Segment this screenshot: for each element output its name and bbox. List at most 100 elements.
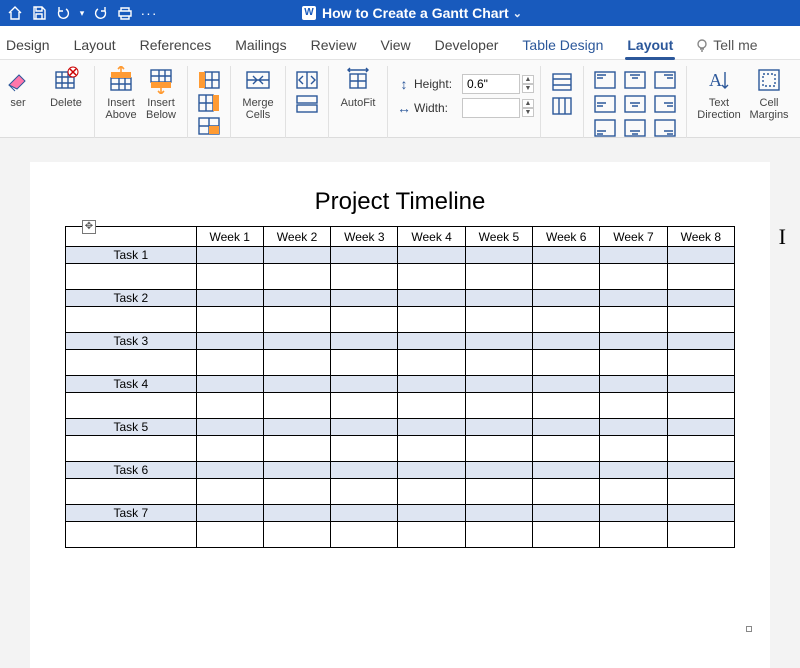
table-cell[interactable] [667, 307, 734, 333]
table-cell[interactable] [600, 462, 667, 479]
week-header[interactable]: Week 1 [196, 227, 263, 247]
table-cell[interactable] [533, 350, 600, 376]
table-cell[interactable] [465, 462, 532, 479]
table-cell[interactable] [263, 462, 330, 479]
task-label-cell[interactable]: Task 5 [66, 419, 197, 436]
redo-icon[interactable] [90, 2, 112, 24]
table-cell[interactable] [331, 436, 398, 462]
tab-references[interactable]: References [128, 29, 224, 59]
table-cell[interactable] [667, 290, 734, 307]
width-stepper[interactable]: ▲▼ [522, 99, 534, 117]
undo-dropdown-icon[interactable]: ▾ [76, 2, 88, 24]
insert-below-button[interactable]: Insert Below [141, 66, 181, 121]
home-icon[interactable] [4, 2, 26, 24]
table-cell[interactable] [398, 350, 465, 376]
table-cell[interactable] [263, 290, 330, 307]
page-title[interactable]: Project Timeline [38, 188, 762, 216]
table-cell[interactable] [667, 522, 734, 548]
table-cell[interactable] [331, 522, 398, 548]
document-title[interactable]: How to Create a Gantt Chart ⌄ [302, 5, 522, 21]
table-cell[interactable] [398, 247, 465, 264]
table-cell[interactable] [600, 307, 667, 333]
table-cell[interactable] [398, 290, 465, 307]
task-label-cell[interactable]: Task 3 [66, 333, 197, 350]
table-cell[interactable] [196, 462, 263, 479]
table-cell[interactable] [196, 247, 263, 264]
distribute-cols-button[interactable] [548, 95, 576, 117]
align-br-button[interactable] [651, 117, 679, 139]
table-cell[interactable] [66, 264, 197, 290]
table-cell[interactable] [196, 290, 263, 307]
table-cell[interactable] [533, 436, 600, 462]
table-cell[interactable] [66, 522, 197, 548]
task-label-cell[interactable]: Task 4 [66, 376, 197, 393]
week-header[interactable]: Week 8 [667, 227, 734, 247]
undo-icon[interactable] [52, 2, 74, 24]
align-tr-button[interactable] [651, 69, 679, 91]
document-canvas[interactable]: Project Timeline ✥ Week 1 Week 2 Week 3 … [0, 138, 800, 668]
table-cell[interactable] [331, 333, 398, 350]
table-cell[interactable] [196, 436, 263, 462]
insert-above-button[interactable]: Insert Above [101, 66, 141, 121]
align-mc-button[interactable] [621, 93, 649, 115]
table-cell[interactable] [398, 264, 465, 290]
table-cell[interactable] [600, 264, 667, 290]
distribute-rows-button[interactable] [548, 71, 576, 93]
insert-left-button[interactable] [195, 69, 223, 90]
table-cell[interactable] [465, 333, 532, 350]
table-cell[interactable] [533, 290, 600, 307]
table-resize-handle-icon[interactable] [746, 626, 752, 632]
table-cell[interactable] [533, 462, 600, 479]
table-cell[interactable] [600, 522, 667, 548]
table-cell[interactable] [465, 264, 532, 290]
table-cell[interactable] [331, 376, 398, 393]
table-cell[interactable] [331, 307, 398, 333]
print-icon[interactable] [114, 2, 136, 24]
table-cell[interactable] [331, 393, 398, 419]
table-cell[interactable] [667, 419, 734, 436]
task-label-cell[interactable]: Task 6 [66, 462, 197, 479]
table-cell[interactable] [263, 333, 330, 350]
tab-review[interactable]: Review [299, 29, 369, 59]
table-cell[interactable] [465, 307, 532, 333]
align-tl-button[interactable] [591, 69, 619, 91]
week-header[interactable]: Week 4 [398, 227, 465, 247]
table-cell[interactable] [263, 264, 330, 290]
table-cell[interactable] [667, 462, 734, 479]
table-cell[interactable] [465, 419, 532, 436]
week-header[interactable]: Week 3 [331, 227, 398, 247]
align-tc-button[interactable] [621, 69, 649, 91]
more-icon[interactable]: ··· [138, 2, 160, 24]
table-cell[interactable] [600, 290, 667, 307]
table-cell[interactable] [196, 333, 263, 350]
table-cell[interactable] [667, 505, 734, 522]
table-cell[interactable] [600, 376, 667, 393]
table-cell[interactable] [667, 376, 734, 393]
table-cell[interactable] [398, 522, 465, 548]
table-cell[interactable] [398, 479, 465, 505]
table-cell[interactable] [667, 264, 734, 290]
tab-design[interactable]: Design [6, 29, 62, 59]
table-cell[interactable] [533, 376, 600, 393]
table-cell[interactable] [263, 350, 330, 376]
table-cell[interactable] [600, 419, 667, 436]
tab-mailings[interactable]: Mailings [223, 29, 298, 59]
table-cell[interactable] [398, 505, 465, 522]
tab-view[interactable]: View [369, 29, 423, 59]
tab-layout[interactable]: Layout [62, 29, 128, 59]
split-cells-button[interactable] [293, 69, 321, 91]
table-cell[interactable] [263, 307, 330, 333]
table-cell[interactable] [533, 333, 600, 350]
tab-table-design[interactable]: Table Design [510, 29, 615, 59]
table-cell[interactable] [465, 376, 532, 393]
table-cell[interactable] [331, 505, 398, 522]
task-label-cell[interactable]: Task 2 [66, 290, 197, 307]
autofit-button[interactable]: AutoFit [335, 66, 381, 109]
tab-table-layout[interactable]: Layout [615, 29, 685, 59]
table-cell[interactable] [66, 436, 197, 462]
week-header[interactable]: Week 5 [465, 227, 532, 247]
table-cell[interactable] [667, 479, 734, 505]
table-cell[interactable] [196, 350, 263, 376]
table-cell[interactable] [600, 247, 667, 264]
week-header[interactable]: Week 6 [533, 227, 600, 247]
